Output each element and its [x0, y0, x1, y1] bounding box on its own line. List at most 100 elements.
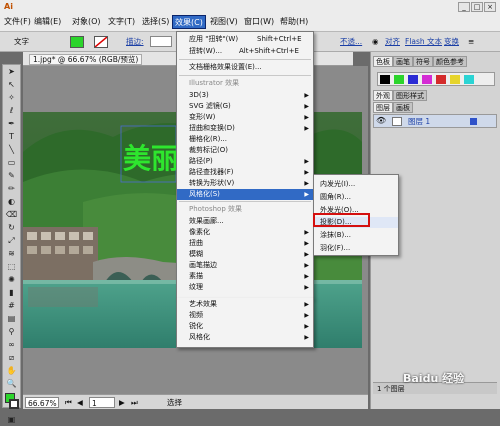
menu-distort[interactable]: 扭曲 ▶ [177, 238, 313, 249]
menu-3d[interactable]: 3D(3) ▶ [177, 90, 313, 101]
menu-sketch[interactable]: 素描 ▶ [177, 271, 313, 282]
menu-raster-settings[interactable]: 文档栅格效果设置(E)... [177, 62, 313, 73]
fill-stroke-icon[interactable] [4, 391, 19, 413]
stroke-label[interactable]: 描边: [126, 36, 144, 48]
menu-select[interactable]: 选择(S) [142, 15, 169, 29]
magic-wand-icon[interactable]: ✧ [4, 92, 19, 104]
menu-help[interactable]: 帮助(H) [280, 15, 308, 29]
prev-page-icon[interactable]: ◀ [77, 397, 83, 408]
layer-name[interactable]: 图层 1 [408, 116, 430, 127]
tab-artboards[interactable]: 画板 [393, 102, 413, 113]
menu-video[interactable]: 视频 ▶ [177, 310, 313, 321]
menu-object[interactable]: 对象(O) [72, 15, 101, 29]
menu-warp[interactable]: 变形(W) ▶ [177, 112, 313, 123]
direct-selection-icon[interactable]: ↖ [4, 79, 19, 91]
menu-file[interactable]: 文件(F) [4, 15, 31, 29]
menu-twist[interactable]: 扭转(W)... Alt+Shift+Ctrl+E [177, 46, 313, 57]
screen-mode-icon[interactable]: ▣ [4, 414, 19, 426]
submenu-round-corners[interactable]: 圆角(R)... [314, 192, 398, 203]
menu-artistic[interactable]: 艺术效果 ▶ [177, 299, 313, 310]
photoshop-effects-header: Photoshop 效果 [189, 205, 243, 213]
menu-view[interactable]: 视图(V) [210, 15, 238, 29]
tab-appearance[interactable]: 外观 [373, 90, 393, 101]
menu-blur[interactable]: 模糊 ▶ [177, 249, 313, 260]
pen-tool-icon[interactable]: ✒ [4, 118, 19, 130]
slice-tool-icon[interactable]: ⧄ [4, 352, 19, 364]
blend-tool-icon[interactable]: ∞ [4, 339, 19, 351]
zoom-tool-icon[interactable]: 🔍 [4, 378, 19, 390]
gradient-tool-icon[interactable]: ▤ [4, 313, 19, 325]
menu-path[interactable]: 路径(P) ▶ [177, 156, 313, 167]
menu-texture[interactable]: 纹理 ▶ [177, 282, 313, 293]
symbol-sprayer-icon[interactable]: ✺ [4, 274, 19, 286]
menu-pathfinder[interactable]: 路径查找器(F) ▶ [177, 167, 313, 178]
free-transform-icon[interactable]: ⬚ [4, 261, 19, 273]
rectangle-tool-icon[interactable]: ▭ [4, 157, 19, 169]
menu-distort-transform[interactable]: 扭曲和变换(D) ▶ [177, 123, 313, 134]
zoom-field[interactable]: 66.67% [25, 397, 59, 408]
tab-swatches[interactable]: 色板 [373, 56, 393, 67]
document-tab[interactable]: 1.jpg* @ 66.67% (RGB/预览) [29, 54, 143, 65]
menu-pixelate[interactable]: 像素化 ▶ [177, 227, 313, 238]
menu-effect[interactable]: 效果(C) [172, 15, 206, 29]
menu-window[interactable]: 窗口(W) [244, 15, 274, 29]
paintbrush-icon[interactable]: ✎ [4, 170, 19, 182]
tab-graphic-styles[interactable]: 图形样式 [393, 90, 427, 101]
visibility-icon[interactable]: 👁 [376, 116, 386, 125]
tab-layers[interactable]: 图层 [373, 102, 393, 113]
status-mode: 选择 [167, 398, 182, 407]
blob-brush-icon[interactable]: ◐ [4, 196, 19, 208]
minimize-icon[interactable]: _ [458, 2, 470, 12]
next-page-icon[interactable]: ▶ [119, 397, 125, 408]
type-tool-icon[interactable]: T [4, 131, 19, 143]
transform-label[interactable]: 变换 [444, 36, 459, 48]
lasso-icon[interactable]: ℓ [4, 105, 19, 117]
toolbox: ➤ ↖ ✧ ℓ ✒ T ╲ ▭ ✎ ✏ ◐ ⌫ ↻ ⤢ ≋ ⬚ ✺ ▮ # ▤ … [2, 64, 21, 424]
submenu-scribble[interactable]: 涂抹(B)... [314, 230, 398, 241]
warp-tool-icon[interactable]: ≋ [4, 248, 19, 260]
menu-type[interactable]: 文字(T) [108, 15, 135, 29]
menu-rasterize[interactable]: 栅格化(R)... [177, 134, 313, 145]
menu-edit[interactable]: 编辑(E) [34, 15, 61, 29]
pencil-icon[interactable]: ✏ [4, 183, 19, 195]
menu-stylize[interactable]: 风格化(S) ▶ [177, 189, 313, 200]
first-page-icon[interactable]: ⏮ [65, 397, 72, 408]
graph-tool-icon[interactable]: ▮ [4, 287, 19, 299]
align-label[interactable]: 对齐 [385, 36, 400, 48]
layer-count-label: 1 个图层 [377, 385, 405, 393]
menu-apply-twist[interactable]: 应用 "扭转"(W) Shift+Ctrl+E [177, 34, 313, 45]
tab-brushes[interactable]: 画笔 [393, 56, 413, 67]
menu-crop-marks[interactable]: 裁剪标记(O) [177, 145, 313, 156]
hand-tool-icon[interactable]: ✋ [4, 365, 19, 377]
panel-menu-icon[interactable]: ≡ [468, 36, 474, 48]
overlay-text[interactable]: 美丽 [123, 142, 179, 175]
maximize-icon[interactable]: □ [471, 2, 483, 12]
menu-convert-to-shape[interactable]: 转换为形状(V) ▶ [177, 178, 313, 189]
flash-text-label[interactable]: Flash 文本 [405, 36, 442, 48]
scale-tool-icon[interactable]: ⤢ [4, 235, 19, 247]
tab-symbols[interactable]: 符号 [413, 56, 433, 67]
close-icon[interactable]: × [484, 2, 496, 12]
menu-stylize-ps[interactable]: 风格化 ▶ [177, 332, 313, 343]
menu-brush-strokes[interactable]: 画笔描边 ▶ [177, 260, 313, 271]
page-field[interactable]: 1 [89, 397, 115, 408]
layer-row[interactable]: 👁 图层 1 [373, 114, 497, 128]
rotate-tool-icon[interactable]: ↻ [4, 222, 19, 234]
last-page-icon[interactable]: ⏭ [131, 397, 138, 408]
submenu-inner-glow[interactable]: 内发光(I)... [314, 179, 398, 190]
opacity-label[interactable]: 不透... [340, 36, 362, 48]
stroke-weight-input[interactable] [150, 36, 172, 47]
stroke-color-swatch[interactable] [94, 36, 108, 48]
line-tool-icon[interactable]: ╲ [4, 144, 19, 156]
eyedropper-icon[interactable]: ⚲ [4, 326, 19, 338]
menu-svg-filters[interactable]: SVG 滤镜(G) ▶ [177, 101, 313, 112]
tab-color-guide[interactable]: 颜色参考 [433, 56, 467, 67]
menu-sharpen[interactable]: 锐化 ▶ [177, 321, 313, 332]
selection-tool-icon[interactable]: ➤ [4, 66, 19, 78]
submenu-feather[interactable]: 羽化(F)... [314, 243, 398, 254]
menu-effect-gallery[interactable]: 效果画廊... [177, 216, 313, 227]
fill-color-swatch[interactable] [70, 36, 84, 48]
eraser-icon[interactable]: ⌫ [4, 209, 19, 221]
mesh-tool-icon[interactable]: # [4, 300, 19, 312]
recolor-icon[interactable]: ◉ [372, 36, 379, 48]
